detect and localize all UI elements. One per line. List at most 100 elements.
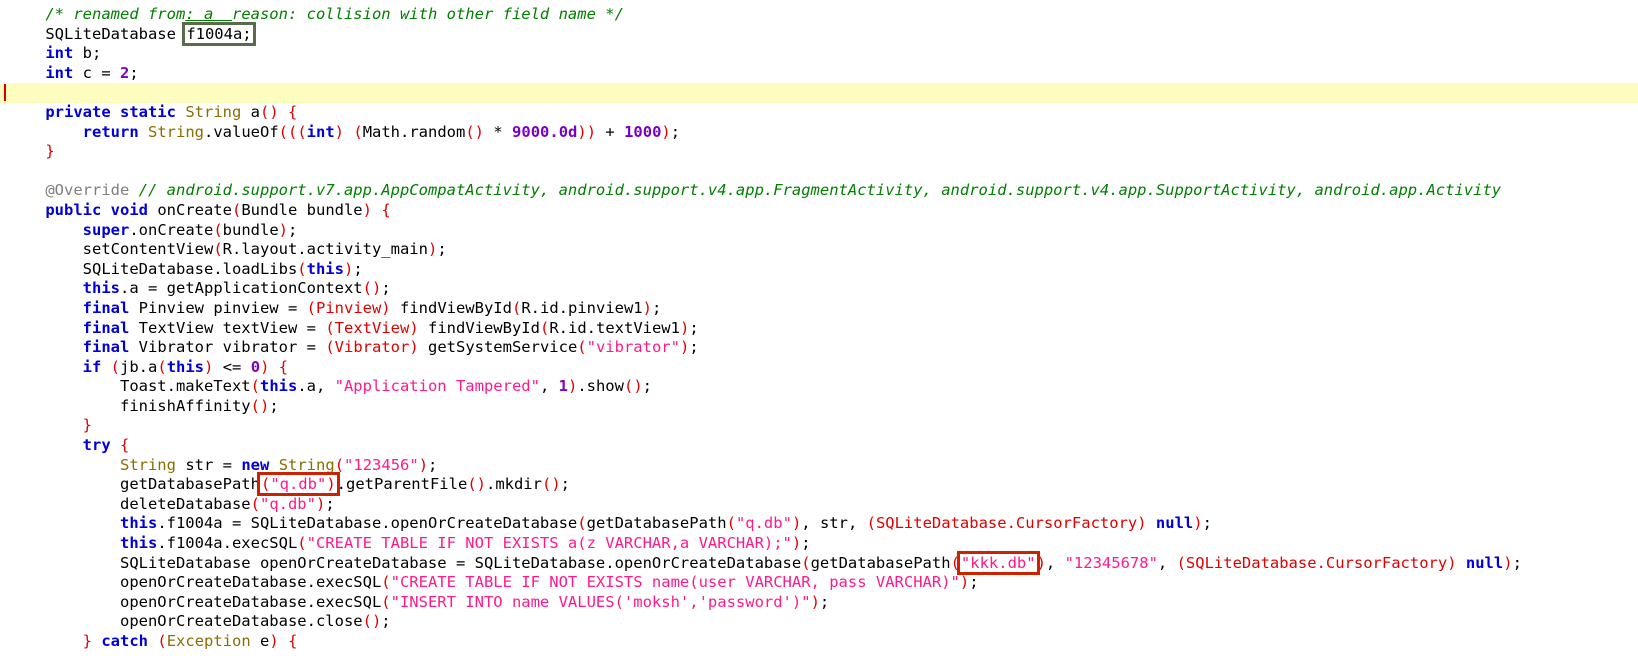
line-loadlibs[interactable]: SQLiteDatabase.loadLibs(this); <box>0 260 1638 280</box>
code-token: ( <box>110 357 121 376</box>
line-execsql-create-a[interactable]: this.f1004a.execSQL("CREATE TABLE IF NOT… <box>0 534 1638 554</box>
code-token: ) <box>1503 553 1513 572</box>
line-vibrator[interactable]: final Vibrator vibrator = (Vibrator) get… <box>0 338 1638 358</box>
line-finishaffinity[interactable]: finishAffinity(); <box>0 397 1638 417</box>
code-token: ) <box>362 200 372 219</box>
line-blank-1[interactable] <box>0 162 1638 182</box>
code-token: getDatabasePath <box>586 514 727 533</box>
code-token: ; <box>269 396 279 415</box>
code-token: = <box>222 455 232 474</box>
line-catch[interactable]: } catch (Exception e) { <box>0 632 1638 652</box>
code-token: .a <box>119 279 148 298</box>
code-editor-viewport[interactable]: /* renamed from: a reason: collision wit… <box>0 0 1638 667</box>
line-string-str[interactable]: String str = new String("123456"); <box>0 456 1638 476</box>
empty-line <box>8 83 17 101</box>
selection-box-highlight[interactable]: f1004a; <box>182 21 256 46</box>
code-token: { <box>288 632 298 650</box>
line-field-b[interactable]: int b; <box>0 44 1638 64</box>
line-execsql-create-name[interactable]: openOrCreateDatabase.execSQL("CREATE TAB… <box>0 573 1638 593</box>
line-this-a-context[interactable]: this.a = getApplicationContext(); <box>0 279 1638 299</box>
code-token: catch <box>101 632 149 650</box>
code-token: ; <box>437 240 447 259</box>
line-method-a-close[interactable]: } <box>0 142 1638 162</box>
code-token: "q.db" <box>735 514 792 533</box>
code-token: getDatabasePath <box>119 475 260 494</box>
code-token: ( <box>381 573 391 592</box>
code-token: Math.random <box>362 122 466 141</box>
line-if-jba[interactable]: if (jb.a(this) <= 0) { <box>0 358 1638 378</box>
code-token: bundle <box>222 220 279 239</box>
code-token: ; <box>819 592 830 611</box>
line-comment-renamed[interactable]: /* renamed from: a reason: collision wit… <box>0 5 1638 25</box>
code-token: .valueOf <box>204 122 279 141</box>
code-token: ( <box>231 200 242 219</box>
line-execsql-insert[interactable]: openOrCreateDatabase.execSQL("INSERT INT… <box>0 593 1638 613</box>
search-match-box-highlight[interactable]: "kkk.db" <box>956 550 1040 575</box>
line-close[interactable]: openOrCreateDatabase.close(); <box>0 612 1638 632</box>
code-token: c <box>73 63 102 82</box>
code-token: "CREATE TABLE IF NOT EXISTS name(user VA… <box>390 573 960 592</box>
line-field-c[interactable]: int c = 2; <box>0 64 1638 84</box>
text-caret <box>4 84 6 102</box>
line-open-or-create-f1004a[interactable]: this.f1004a = SQLiteDatabase.openOrCreat… <box>0 514 1638 534</box>
code-token: ; <box>129 63 139 82</box>
code-token: ) <box>679 338 690 357</box>
code-token: R.id.pinview1 <box>521 298 643 317</box>
code-token: SQLiteDatabase.loadLibs <box>82 259 298 278</box>
line-super-oncreate[interactable]: super.onCreate(bundle); <box>0 221 1638 241</box>
line-deletedatabase[interactable]: deleteDatabase("q.db"); <box>0 495 1638 515</box>
code-token: "12345678" <box>1064 553 1158 572</box>
line-method-a-signature[interactable]: private static String a() { <box>0 103 1638 123</box>
line-textview[interactable]: final TextView textView = (TextView) fin… <box>0 319 1638 339</box>
code-token: openOrCreateDatabase.close <box>119 612 363 631</box>
line-pinview[interactable]: final Pinview pinview = (Pinview) findVi… <box>0 299 1638 319</box>
line-blank-cursor[interactable] <box>0 83 1638 103</box>
code-token: /* renamed from <box>45 5 186 23</box>
code-token: ( <box>353 122 363 141</box>
code-token: R.id.textView1 <box>549 318 680 337</box>
code-token: ( <box>157 357 167 376</box>
line-getdatabasepath-mkdir[interactable]: getDatabasePath("q.db").getParentFile().… <box>0 472 1638 497</box>
line-override-annotation[interactable]: @Override // android.support.v7.app.AppC… <box>0 181 1638 201</box>
code-token: = <box>455 553 466 572</box>
line-toast-maketext[interactable]: Toast.makeText(this.a, "Application Tamp… <box>0 377 1638 397</box>
code-token: ( <box>213 220 223 239</box>
line-open-or-create-kkk[interactable]: SQLiteDatabase openOrCreateDatabase = SQ… <box>0 550 1638 575</box>
code-token: ; <box>689 338 699 357</box>
code-token: findViewById <box>390 298 512 317</box>
line-oncreate-signature[interactable]: public void onCreate(Bundle bundle) { <box>0 201 1638 221</box>
line-setcontentview[interactable]: setContentView(R.layout.activity_main); <box>0 240 1638 260</box>
code-token: jb.a <box>120 357 158 376</box>
code-token: "vibrator" <box>586 338 680 357</box>
line-if-close[interactable]: } <box>0 416 1638 436</box>
code-token: () <box>362 279 382 298</box>
search-match-box-highlight[interactable]: ("q.db") <box>256 472 340 497</box>
code-token: this <box>82 279 120 298</box>
code-token: ; <box>325 494 335 513</box>
line-method-a-return[interactable]: return String.valueOf(((int) (Math.rando… <box>0 123 1638 143</box>
code-token: 2 <box>120 63 130 82</box>
line-try-open[interactable]: try { <box>0 436 1638 456</box>
code-token: super <box>82 220 130 239</box>
line-field-f1004a[interactable]: SQLiteDatabase f1004a; <box>0 21 1638 46</box>
code-token: () <box>467 475 486 494</box>
code-token: { <box>278 357 289 376</box>
code-token: } <box>45 142 55 161</box>
